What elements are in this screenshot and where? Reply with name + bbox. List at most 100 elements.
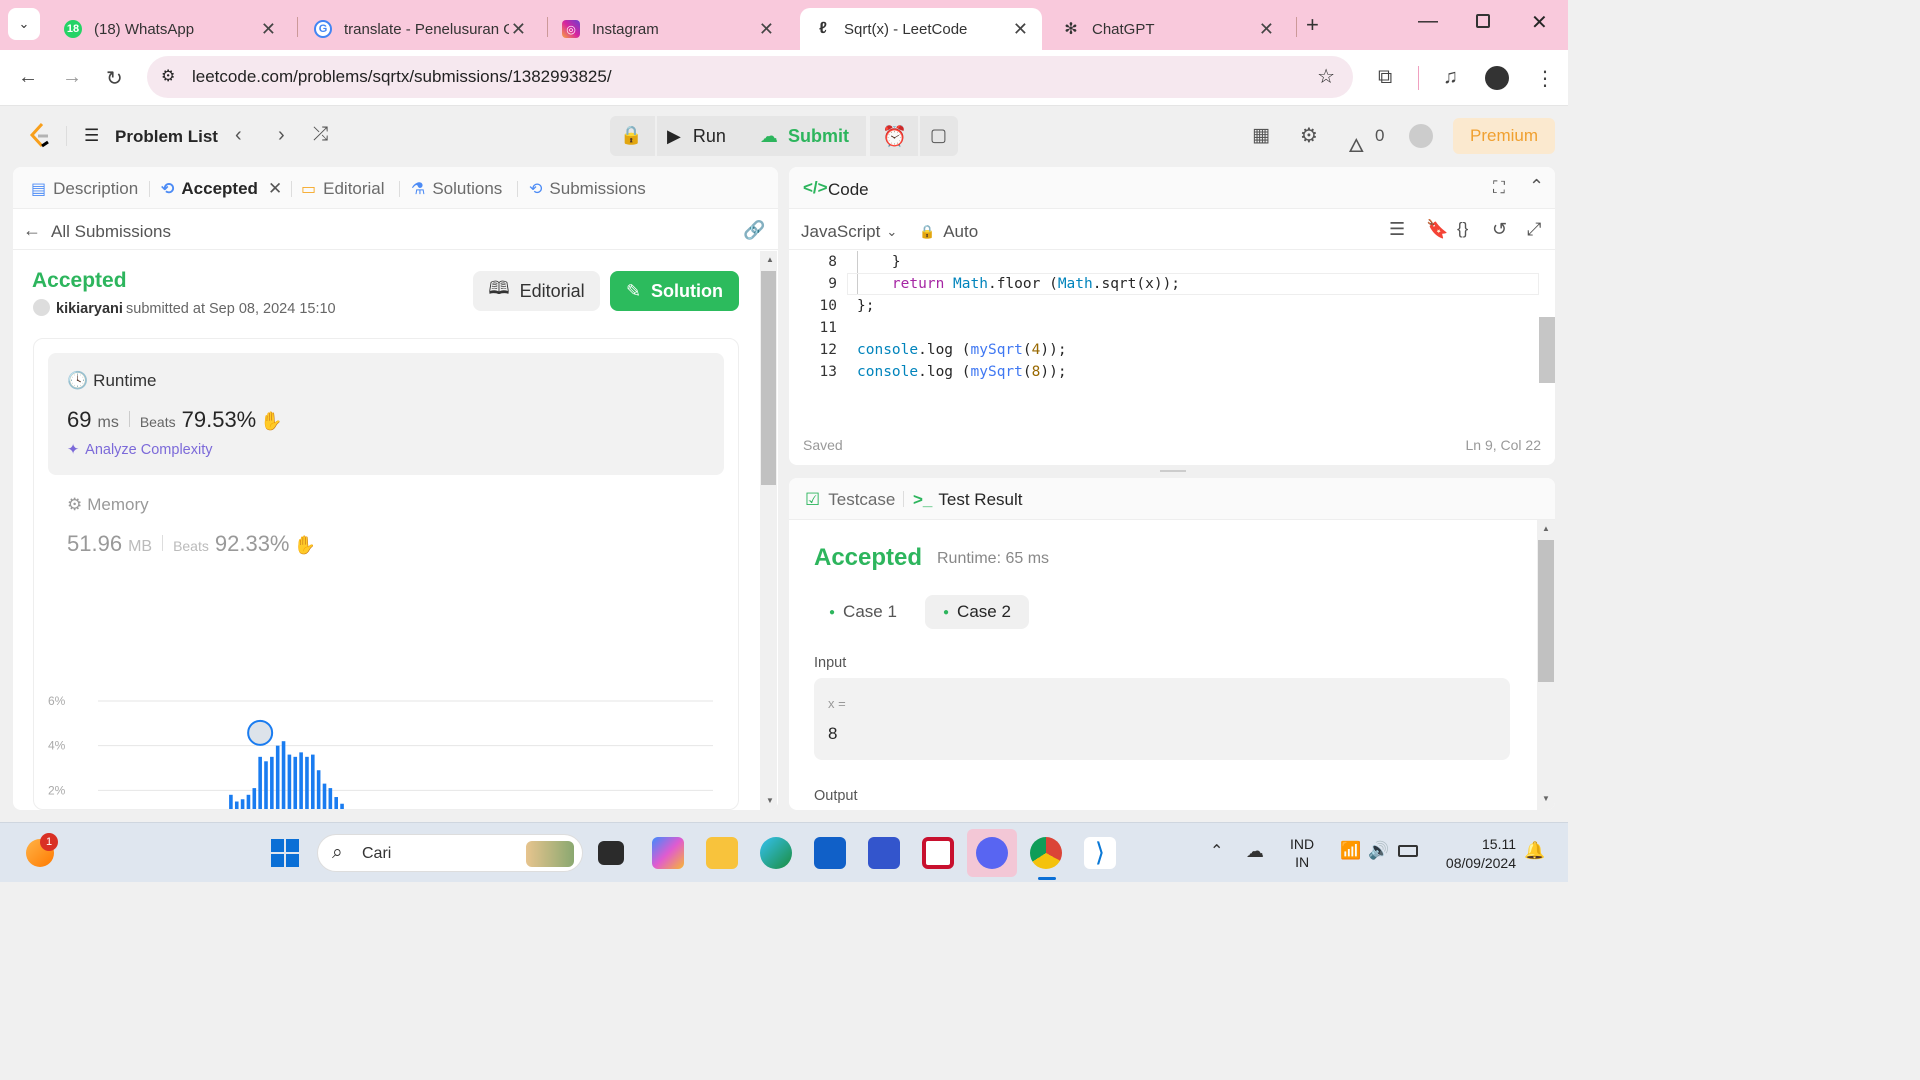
back-arrow-icon[interactable]: ← <box>23 220 41 241</box>
tab-editorial[interactable]: ▭ Editorial <box>301 179 385 199</box>
volume-icon[interactable]: 🔊 <box>1368 841 1389 861</box>
next-problem-icon[interactable]: › <box>278 124 285 147</box>
url-text[interactable]: leetcode.com/problems/sqrtx/submissions/… <box>192 67 612 87</box>
taskbar-search[interactable]: ⌕ Cari <box>317 834 583 872</box>
url-bar[interactable]: ⚙ leetcode.com/problems/sqrtx/submission… <box>147 56 1353 98</box>
language-select[interactable]: JavaScript ⌄ <box>801 222 897 242</box>
tab-search-button[interactable]: ⌄ <box>8 8 40 40</box>
case-1-tab[interactable]: ● Case 1 <box>819 595 907 629</box>
close-window-button[interactable]: ✕ <box>1531 10 1548 35</box>
task-view-icon[interactable] <box>598 841 624 865</box>
battery-icon[interactable] <box>1398 845 1418 857</box>
leetcode-logo[interactable] <box>28 122 52 150</box>
runtime-distribution-chart[interactable]: 6% 4% 2% <box>48 609 718 809</box>
editorial-button[interactable]: 🕮 Editorial <box>473 271 600 311</box>
result-scrollbar[interactable]: ▲ ▼ <box>1537 520 1555 810</box>
auto-mode[interactable]: 🔒 Auto <box>919 222 978 242</box>
collapse-icon[interactable]: ⌃ <box>1529 176 1544 197</box>
close-icon[interactable]: ✕ <box>511 19 526 40</box>
tab-accepted[interactable]: ⟲ Accepted ✕ <box>161 179 282 199</box>
resize-handle[interactable] <box>1160 470 1186 472</box>
vscode-icon[interactable]: ⟩ <box>1084 837 1116 869</box>
profile-avatar[interactable] <box>1485 66 1509 90</box>
wifi-icon[interactable]: 📶 <box>1340 841 1361 861</box>
onedrive-icon[interactable]: ☁ <box>1246 841 1264 862</box>
media-control-icon[interactable]: ♫ <box>1443 66 1458 89</box>
shuffle-icon[interactable]: ⤮ <box>313 124 328 146</box>
chrome-icon[interactable] <box>1030 837 1062 869</box>
streak-fire-icon[interactable]: 🜂 <box>1348 124 1365 163</box>
tab-google-translate[interactable]: G translate - Penelusuran G ✕ <box>300 8 540 50</box>
debug-icon[interactable]: 🔒 <box>620 125 642 146</box>
format-icon[interactable]: ☰ <box>1389 219 1405 240</box>
tab-test-result[interactable]: >_ Test Result <box>913 490 1022 510</box>
restore-button[interactable] <box>1476 14 1490 28</box>
start-button[interactable] <box>271 839 299 867</box>
language-indicator[interactable]: IND IN <box>1290 835 1314 871</box>
analyze-complexity-link[interactable]: ✦ Analyze Complexity <box>67 442 212 458</box>
back-icon[interactable]: ← <box>18 66 38 89</box>
edge-icon[interactable] <box>760 837 792 869</box>
share-link-icon[interactable]: 🔗 <box>743 220 765 241</box>
store-icon[interactable] <box>814 837 846 869</box>
vs-code-alt-icon[interactable] <box>868 837 900 869</box>
problem-list-icon[interactable]: ☰ <box>84 126 99 146</box>
close-icon[interactable]: ✕ <box>261 19 276 40</box>
user-avatar[interactable] <box>1409 124 1433 148</box>
close-icon[interactable]: ✕ <box>759 19 774 40</box>
submit-button[interactable]: ☁ Submit <box>760 126 849 147</box>
timer-icon[interactable]: ⏰ <box>882 124 907 149</box>
fullscreen-icon[interactable]: ⤢ <box>1527 219 1541 240</box>
memory-card[interactable]: ⚙ Memory 51.96 MB Beats 92.33% ✋ <box>48 487 724 587</box>
settings-icon[interactable]: ⚙ <box>1300 123 1318 148</box>
notes-icon[interactable]: ▢ <box>930 125 947 146</box>
all-submissions-link[interactable]: All Submissions <box>51 222 171 242</box>
file-explorer-icon[interactable] <box>706 837 738 869</box>
runtime-beats-value: 79.53% <box>181 407 257 432</box>
tab-solutions[interactable]: ⚗ Solutions <box>411 179 502 199</box>
forward-icon[interactable]: → <box>62 66 82 89</box>
close-icon[interactable]: ✕ <box>1013 19 1028 40</box>
clock[interactable]: 15.11 08/09/2024 <box>1430 835 1516 873</box>
show-hidden-icons[interactable]: ⌃ <box>1210 841 1223 861</box>
bookmark-star-icon[interactable]: ☆ <box>1317 64 1335 89</box>
runtime-card[interactable]: 🕓 Runtime 69 ms Beats 79.53% ✋ ✦ Analyze C… <box>48 353 724 475</box>
scrollbar-thumb[interactable] <box>761 271 776 485</box>
mcafee-icon[interactable] <box>922 837 954 869</box>
new-tab-button[interactable]: + <box>1306 12 1319 38</box>
notifications-bell-icon[interactable]: 🔔 <box>1524 841 1545 861</box>
premium-button[interactable]: Premium <box>1453 118 1555 154</box>
run-button[interactable]: ▶ Run <box>667 126 726 147</box>
braces-icon[interactable]: {} <box>1457 219 1468 239</box>
bookmark-icon[interactable]: 🔖 <box>1426 219 1448 240</box>
menu-icon[interactable]: ⋮ <box>1535 66 1555 91</box>
solution-button[interactable]: ✎ Solution <box>610 271 739 311</box>
submitter-name[interactable]: kikiaryani <box>56 301 123 317</box>
tab-instagram[interactable]: ◎ Instagram ✕ <box>548 8 788 50</box>
tab-submissions[interactable]: ⟲ Submissions <box>529 179 646 199</box>
user-position-marker <box>247 719 274 746</box>
close-tab-icon[interactable]: ✕ <box>268 179 282 199</box>
prev-problem-icon[interactable]: ‹ <box>235 124 242 147</box>
code-scrollbar[interactable] <box>1539 317 1555 383</box>
left-scrollbar[interactable]: ▲ ▼ <box>760 251 777 810</box>
tab-whatsapp[interactable]: 18 (18) WhatsApp ✕ <box>50 8 290 50</box>
maximize-icon[interactable]: ⛶ <box>1493 178 1505 198</box>
layout-icon[interactable]: ▦ <box>1252 124 1270 147</box>
case-2-tab[interactable]: ● Case 2 <box>925 595 1029 629</box>
scrollbar-thumb[interactable] <box>1538 540 1554 682</box>
problem-list-link[interactable]: Problem List <box>115 127 218 147</box>
reload-icon[interactable]: ↻ <box>106 66 123 91</box>
code-editor[interactable]: 8 } 9 return Math.floor (Math.sqrt(x)); … <box>789 251 1539 411</box>
tab-description[interactable]: ▤ Description <box>31 179 138 199</box>
minimize-button[interactable]: — <box>1418 10 1438 33</box>
tab-testcase[interactable]: ☑ Testcase <box>805 490 895 510</box>
extensions-icon[interactable]: ⧉ <box>1378 66 1392 89</box>
close-icon[interactable]: ✕ <box>1259 19 1274 40</box>
discord-icon[interactable] <box>976 837 1008 869</box>
tab-leetcode[interactable]: ℓ Sqrt(x) - LeetCode ✕ <box>800 8 1042 50</box>
site-settings-icon[interactable]: ⚙ <box>161 66 175 86</box>
reset-icon[interactable]: ↺ <box>1492 219 1507 240</box>
tab-chatgpt[interactable]: ✻ ChatGPT ✕ <box>1048 8 1288 50</box>
copilot-icon[interactable] <box>652 837 684 869</box>
